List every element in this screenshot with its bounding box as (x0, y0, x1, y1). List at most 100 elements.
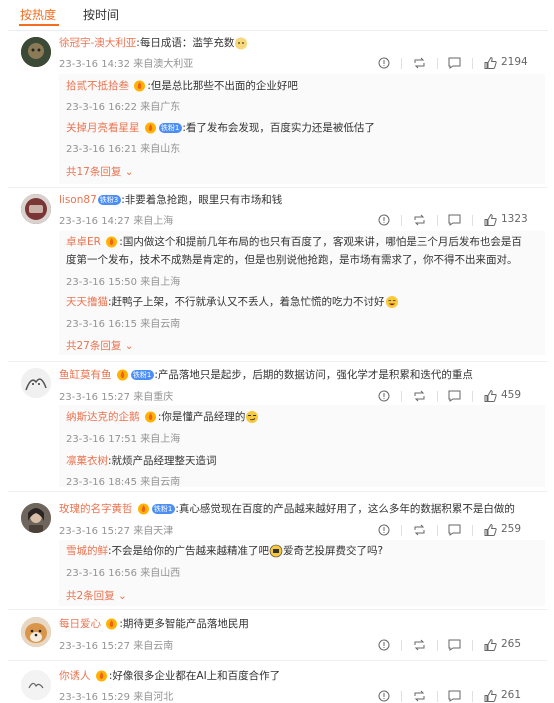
cat-emoji-icon (235, 37, 248, 50)
comment-username[interactable]: 鱼缸莫有鱼 (59, 369, 112, 381)
avatar[interactable] (21, 617, 51, 647)
sort-tabs: 按热度 按时间 (0, 0, 554, 30)
comment-username[interactable]: lison87 (59, 194, 97, 206)
like-count: 261 (501, 689, 522, 701)
chevron-down-icon: ⌄ (124, 340, 134, 352)
reply-body: 纳斯达克的企鹅 :你是懂产品经理的 (66, 410, 259, 424)
reply-text: :赶鸭子上架，不行就承认又不丢人，着急忙慌的吃力不讨好 (108, 296, 385, 308)
avatar[interactable] (21, 670, 51, 700)
fan-level-badge: 铁粉1 (151, 504, 176, 514)
divider (472, 525, 473, 536)
comment-icon[interactable] (448, 523, 461, 537)
comment-icon[interactable] (448, 689, 461, 703)
comment-text: :非要着急抢跑，眼里只有市场和钱 (121, 194, 283, 206)
comment-time: 23-3-16 15:27 来自重庆 (59, 392, 174, 403)
like-icon[interactable] (484, 689, 497, 703)
comment-icon[interactable] (448, 638, 461, 652)
divider (8, 30, 548, 31)
like-icon[interactable] (484, 523, 497, 537)
avatar[interactable] (21, 37, 51, 67)
avatar[interactable] (21, 368, 51, 398)
comment-icon[interactable] (448, 389, 461, 403)
flame-badge-icon (144, 122, 156, 134)
reply-time: 23-3-16 15:50 来自上海 (66, 277, 181, 288)
reply-username[interactable]: 关掉月亮看星星 (66, 122, 140, 134)
fan-level-badge: 铁粉3 (97, 195, 122, 205)
reply-time: 23-3-16 16:22 来自广东 (66, 102, 181, 113)
view-replies-link[interactable]: 共27条回复 ⌄ (66, 338, 134, 353)
comment-body: 每日爱心 :期待更多智能产品落地民用 (59, 617, 249, 631)
chevron-down-icon: ⌄ (118, 590, 127, 602)
reply-time: 23-3-16 17:51 来自上海 (66, 434, 181, 445)
flame-badge-icon (134, 80, 146, 92)
divider (437, 58, 438, 69)
report-icon[interactable] (378, 56, 390, 70)
comment-time: 23-3-16 15:27 来自云南 (59, 641, 174, 652)
report-icon[interactable] (378, 638, 390, 652)
flame-badge-icon (116, 369, 128, 381)
comment-username[interactable]: 你诱人 (59, 670, 91, 682)
repost-icon[interactable] (413, 389, 426, 403)
like-icon[interactable] (484, 638, 497, 652)
report-icon[interactable] (378, 389, 390, 403)
reply-username[interactable]: 拾贰不抵拾叁 (66, 80, 129, 92)
repost-icon[interactable] (413, 638, 426, 652)
divider (437, 391, 438, 402)
divider (437, 640, 438, 651)
comment-time: 23-3-16 14:32 来自澳大利亚 (59, 59, 194, 70)
tab-by-hot[interactable]: 按热度 (20, 6, 56, 23)
comment-text: :每日成语：滥竽充数 (136, 37, 235, 49)
avatar[interactable] (21, 503, 51, 533)
comment-body: lison87 铁粉3:非要着急抢跑，眼里只有市场和钱 (59, 193, 282, 207)
comment-text: :产品落地只是起步，后期的数据访问，强化学才是积累和迭代的重点 (154, 369, 473, 381)
reply-time: 23-3-16 18:45 来自云南 (66, 477, 181, 488)
comment-actions: 261 (378, 689, 538, 703)
comment-icon[interactable] (448, 213, 461, 227)
report-icon[interactable] (378, 689, 390, 703)
comment-body: 鱼缸莫有鱼 铁粉1:产品落地只是起步，后期的数据访问，强化学才是积累和迭代的重点 (59, 368, 473, 382)
reply-username[interactable]: 雪城的鲜 (66, 545, 108, 557)
reply-username[interactable]: 天天撸猫 (66, 296, 108, 308)
flame-badge-icon (137, 503, 149, 515)
active-tab-indicator (19, 24, 59, 26)
tv-emoji-icon (269, 544, 283, 558)
view-replies-link[interactable]: 共2条回复 ⌄ (66, 588, 127, 603)
view-replies-link[interactable]: 共17条回复 ⌄ (66, 164, 134, 179)
comment-username[interactable]: 玫瑰的名字黄哲 (59, 503, 133, 515)
like-count: 265 (501, 638, 522, 650)
comment-username[interactable]: 每日爱心 (59, 618, 101, 630)
divider (437, 691, 438, 702)
repost-icon[interactable] (413, 689, 426, 703)
comment-actions: 1323 (378, 213, 538, 227)
reply-username[interactable]: 卓卓ER (66, 236, 101, 248)
divider (472, 58, 473, 69)
reply-body: 关掉月亮看星星 铁粉1:看了发布会发现，百度实力还是被低估了 (66, 121, 375, 135)
repost-icon[interactable] (413, 56, 426, 70)
like-icon[interactable] (484, 213, 497, 227)
tab-by-time[interactable]: 按时间 (83, 6, 119, 23)
repost-icon[interactable] (413, 523, 426, 537)
comment-actions: 265 (378, 638, 538, 652)
comment-actions: 459 (378, 389, 538, 403)
avatar[interactable] (21, 194, 51, 224)
divider (8, 361, 548, 362)
reply-text-continued: 爱奇艺投屏费交了吗? (283, 545, 384, 557)
comment-username[interactable]: 徐冠宇-澳大利亚 (59, 37, 136, 49)
reply-time: 23-3-16 16:15 来自云南 (66, 319, 181, 330)
reply-body: 凛菓衣树:就烦产品经理整天造词 (66, 454, 217, 468)
comment-icon[interactable] (448, 56, 461, 70)
flame-badge-icon (106, 236, 118, 248)
flame-badge-icon (144, 411, 156, 423)
divider (401, 691, 402, 702)
repost-icon[interactable] (413, 213, 426, 227)
report-icon[interactable] (378, 523, 390, 537)
fan-level-badge: 铁粉1 (130, 370, 155, 380)
comment-actions: 2194 (378, 56, 538, 70)
reply-username[interactable]: 凛菓衣树 (66, 455, 108, 467)
report-icon[interactable] (378, 213, 390, 227)
divider (401, 525, 402, 536)
divider (401, 215, 402, 226)
like-icon[interactable] (484, 56, 497, 70)
like-icon[interactable] (484, 389, 497, 403)
reply-username[interactable]: 纳斯达克的企鹅 (66, 411, 140, 423)
